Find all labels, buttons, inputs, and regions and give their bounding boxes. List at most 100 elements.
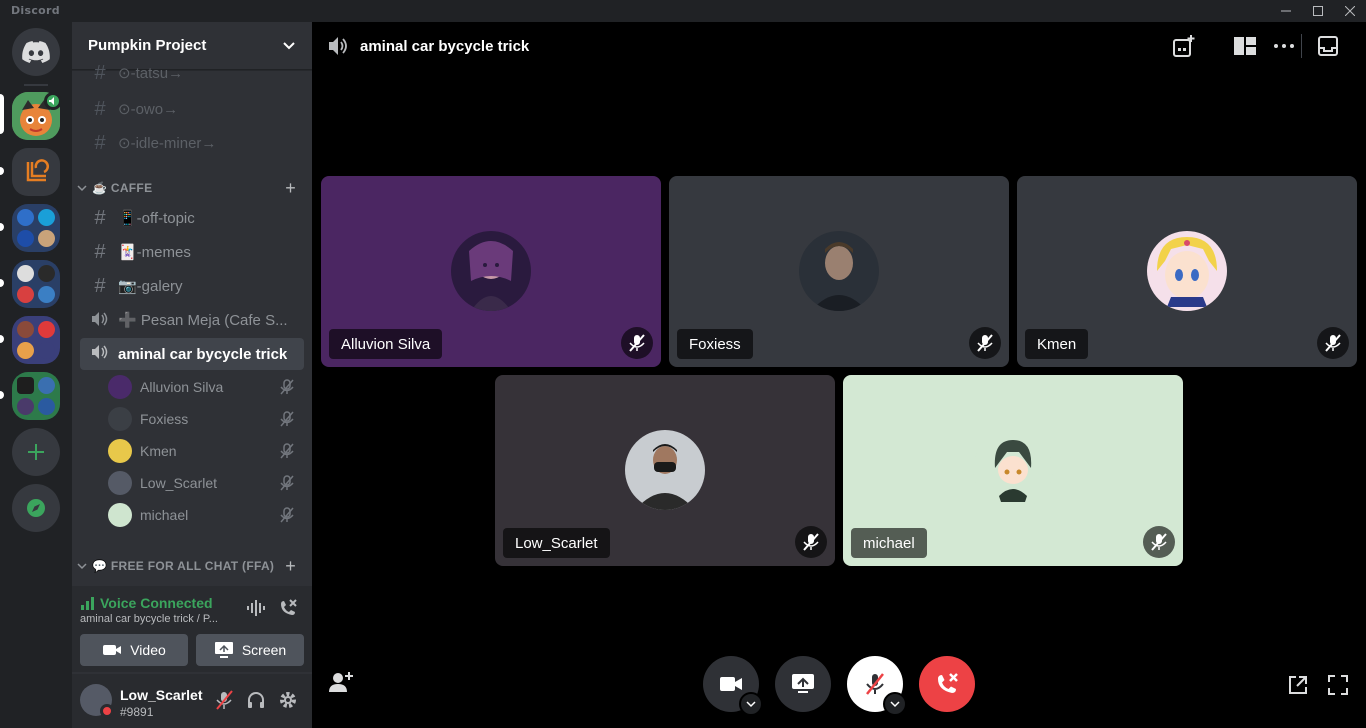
avatar xyxy=(451,231,531,311)
channel-memes[interactable]: # 🃏-memes xyxy=(80,236,304,268)
voice-status[interactable]: Voice Connected xyxy=(100,595,213,611)
server-folder-1[interactable] xyxy=(12,204,60,252)
server-list xyxy=(0,22,72,728)
participant-name: Alluvion Silva xyxy=(329,329,443,359)
unread-pill xyxy=(0,167,4,175)
server-folder-3[interactable] xyxy=(12,316,60,364)
muted-indicator xyxy=(795,526,827,558)
inbox-button[interactable] xyxy=(1316,34,1340,62)
user-panel: Low_Scarlet #9891 xyxy=(72,674,312,728)
channel-idle-miner[interactable]: # ⊙-idle-miner→ xyxy=(80,127,304,159)
participant-tile[interactable]: Alluvion Silva xyxy=(321,176,661,367)
camera-options-button[interactable] xyxy=(739,692,763,716)
app-title: Discord xyxy=(11,4,60,17)
participant-tile[interactable]: Kmen xyxy=(1017,176,1357,367)
muted-mic-icon xyxy=(803,533,819,551)
popout-button[interactable] xyxy=(1287,674,1309,700)
layout-button[interactable] xyxy=(1233,35,1257,61)
mute-button[interactable] xyxy=(214,690,234,714)
camera-button[interactable] xyxy=(703,656,763,716)
unread-pill xyxy=(0,335,4,343)
category-caffe[interactable]: ☕ CAFFE + xyxy=(76,176,304,200)
voice-channel-aminal[interactable]: aminal car bycycle trick xyxy=(80,338,304,370)
participant-tile[interactable]: Foxiess xyxy=(669,176,1009,367)
participant-name: Foxiess xyxy=(677,329,753,359)
home-button[interactable] xyxy=(12,28,60,76)
deafen-button[interactable] xyxy=(246,690,266,714)
channel-label: 📷-galery xyxy=(118,278,183,295)
screen-share-button[interactable]: Screen xyxy=(196,634,304,666)
chevron-down-icon xyxy=(890,701,900,708)
add-server-button[interactable] xyxy=(12,428,60,476)
server-folder-4[interactable] xyxy=(12,372,60,420)
plus-icon[interactable]: + xyxy=(285,178,296,199)
hashtag-icon: # xyxy=(94,61,106,84)
avatar xyxy=(799,231,879,311)
member-name: Alluvion Silva xyxy=(140,379,224,395)
voice-channel-pesan-meja[interactable]: ➕ Pesan Meja (Cafe S... xyxy=(80,304,304,336)
screen-label: Screen xyxy=(241,642,287,658)
muted-mic-icon xyxy=(280,443,294,459)
user-settings-button[interactable] xyxy=(278,690,298,714)
share-screen-button[interactable] xyxy=(775,656,831,712)
voice-location[interactable]: aminal car bycycle trick / P... xyxy=(80,613,230,625)
server-orange-logo[interactable] xyxy=(12,148,60,196)
muted-mic-icon xyxy=(977,334,993,352)
voice-member[interactable]: Kmen xyxy=(108,436,304,466)
channel-galery[interactable]: # 📷-galery xyxy=(80,270,304,302)
activity-icon xyxy=(1173,35,1195,57)
voice-member[interactable]: michael xyxy=(108,500,304,530)
hashtag-icon: # xyxy=(94,206,106,229)
video-button[interactable]: Video xyxy=(80,634,188,666)
unmute-button[interactable] xyxy=(847,656,907,716)
avatar xyxy=(108,375,132,399)
muted-indicator xyxy=(621,327,653,359)
category-label: 💬 FREE FOR ALL CHAT (FFA) xyxy=(92,559,275,573)
more-options-button[interactable] xyxy=(1272,34,1296,62)
participant-tile[interactable]: michael xyxy=(843,375,1183,566)
channel-sidebar: Pumpkin Project # ⊙-tatsu→ # ⊙-owo→ # ⊙-idl… xyxy=(72,22,312,728)
maximize-button[interactable] xyxy=(1302,0,1334,22)
fullscreen-icon xyxy=(1328,675,1348,695)
unread-pill xyxy=(0,391,4,399)
speaker-icon xyxy=(49,97,54,105)
channel-off-topic[interactable]: # 📱-off-topic xyxy=(80,202,304,234)
channel-owo[interactable]: # ⊙-owo→ xyxy=(80,93,304,125)
leave-call-button[interactable] xyxy=(919,656,975,712)
grid-layout-icon xyxy=(1234,37,1256,55)
muted-indicator xyxy=(1143,526,1175,558)
disconnect-button[interactable] xyxy=(278,598,300,620)
avatar xyxy=(108,407,132,431)
plus-icon[interactable]: + xyxy=(285,556,296,577)
start-activity-button[interactable] xyxy=(1172,34,1196,62)
voice-member[interactable]: Foxiess xyxy=(108,404,304,434)
channel-tatsu[interactable]: # ⊙-tatsu→ xyxy=(80,61,304,85)
call-title: aminal car bycycle trick xyxy=(360,37,530,55)
participant-tile[interactable]: Low_Scarlet xyxy=(495,375,835,566)
participant-name: michael xyxy=(851,528,927,558)
audio-options-button[interactable] xyxy=(883,692,907,716)
member-name: Kmen xyxy=(140,443,177,459)
muted-mic-icon xyxy=(866,673,884,695)
voice-member[interactable]: Alluvion Silva xyxy=(108,372,304,402)
disconnect-icon xyxy=(281,599,297,615)
guild-divider xyxy=(24,84,48,86)
unread-pill xyxy=(0,279,4,287)
user-tag: #9891 xyxy=(120,705,154,719)
minimize-button[interactable] xyxy=(1270,0,1302,22)
channel-label: aminal car bycycle trick xyxy=(118,345,288,363)
avatar xyxy=(108,471,132,495)
explore-servers-button[interactable] xyxy=(12,484,60,532)
category-ffa[interactable]: 💬 FREE FOR ALL CHAT (FFA) + xyxy=(76,554,304,578)
muted-mic-icon xyxy=(1151,533,1167,551)
hashtag-icon: # xyxy=(94,240,106,263)
noise-suppression-button[interactable] xyxy=(246,598,268,620)
participant-name: Low_Scarlet xyxy=(503,528,610,558)
fullscreen-button[interactable] xyxy=(1327,674,1349,700)
close-window-button[interactable] xyxy=(1334,0,1366,22)
plus-icon xyxy=(28,444,44,460)
server-folder-2[interactable] xyxy=(12,260,60,308)
title-bar: Discord xyxy=(0,0,1366,22)
voice-member[interactable]: Low_Scarlet xyxy=(108,468,304,498)
invite-button[interactable] xyxy=(328,670,354,698)
